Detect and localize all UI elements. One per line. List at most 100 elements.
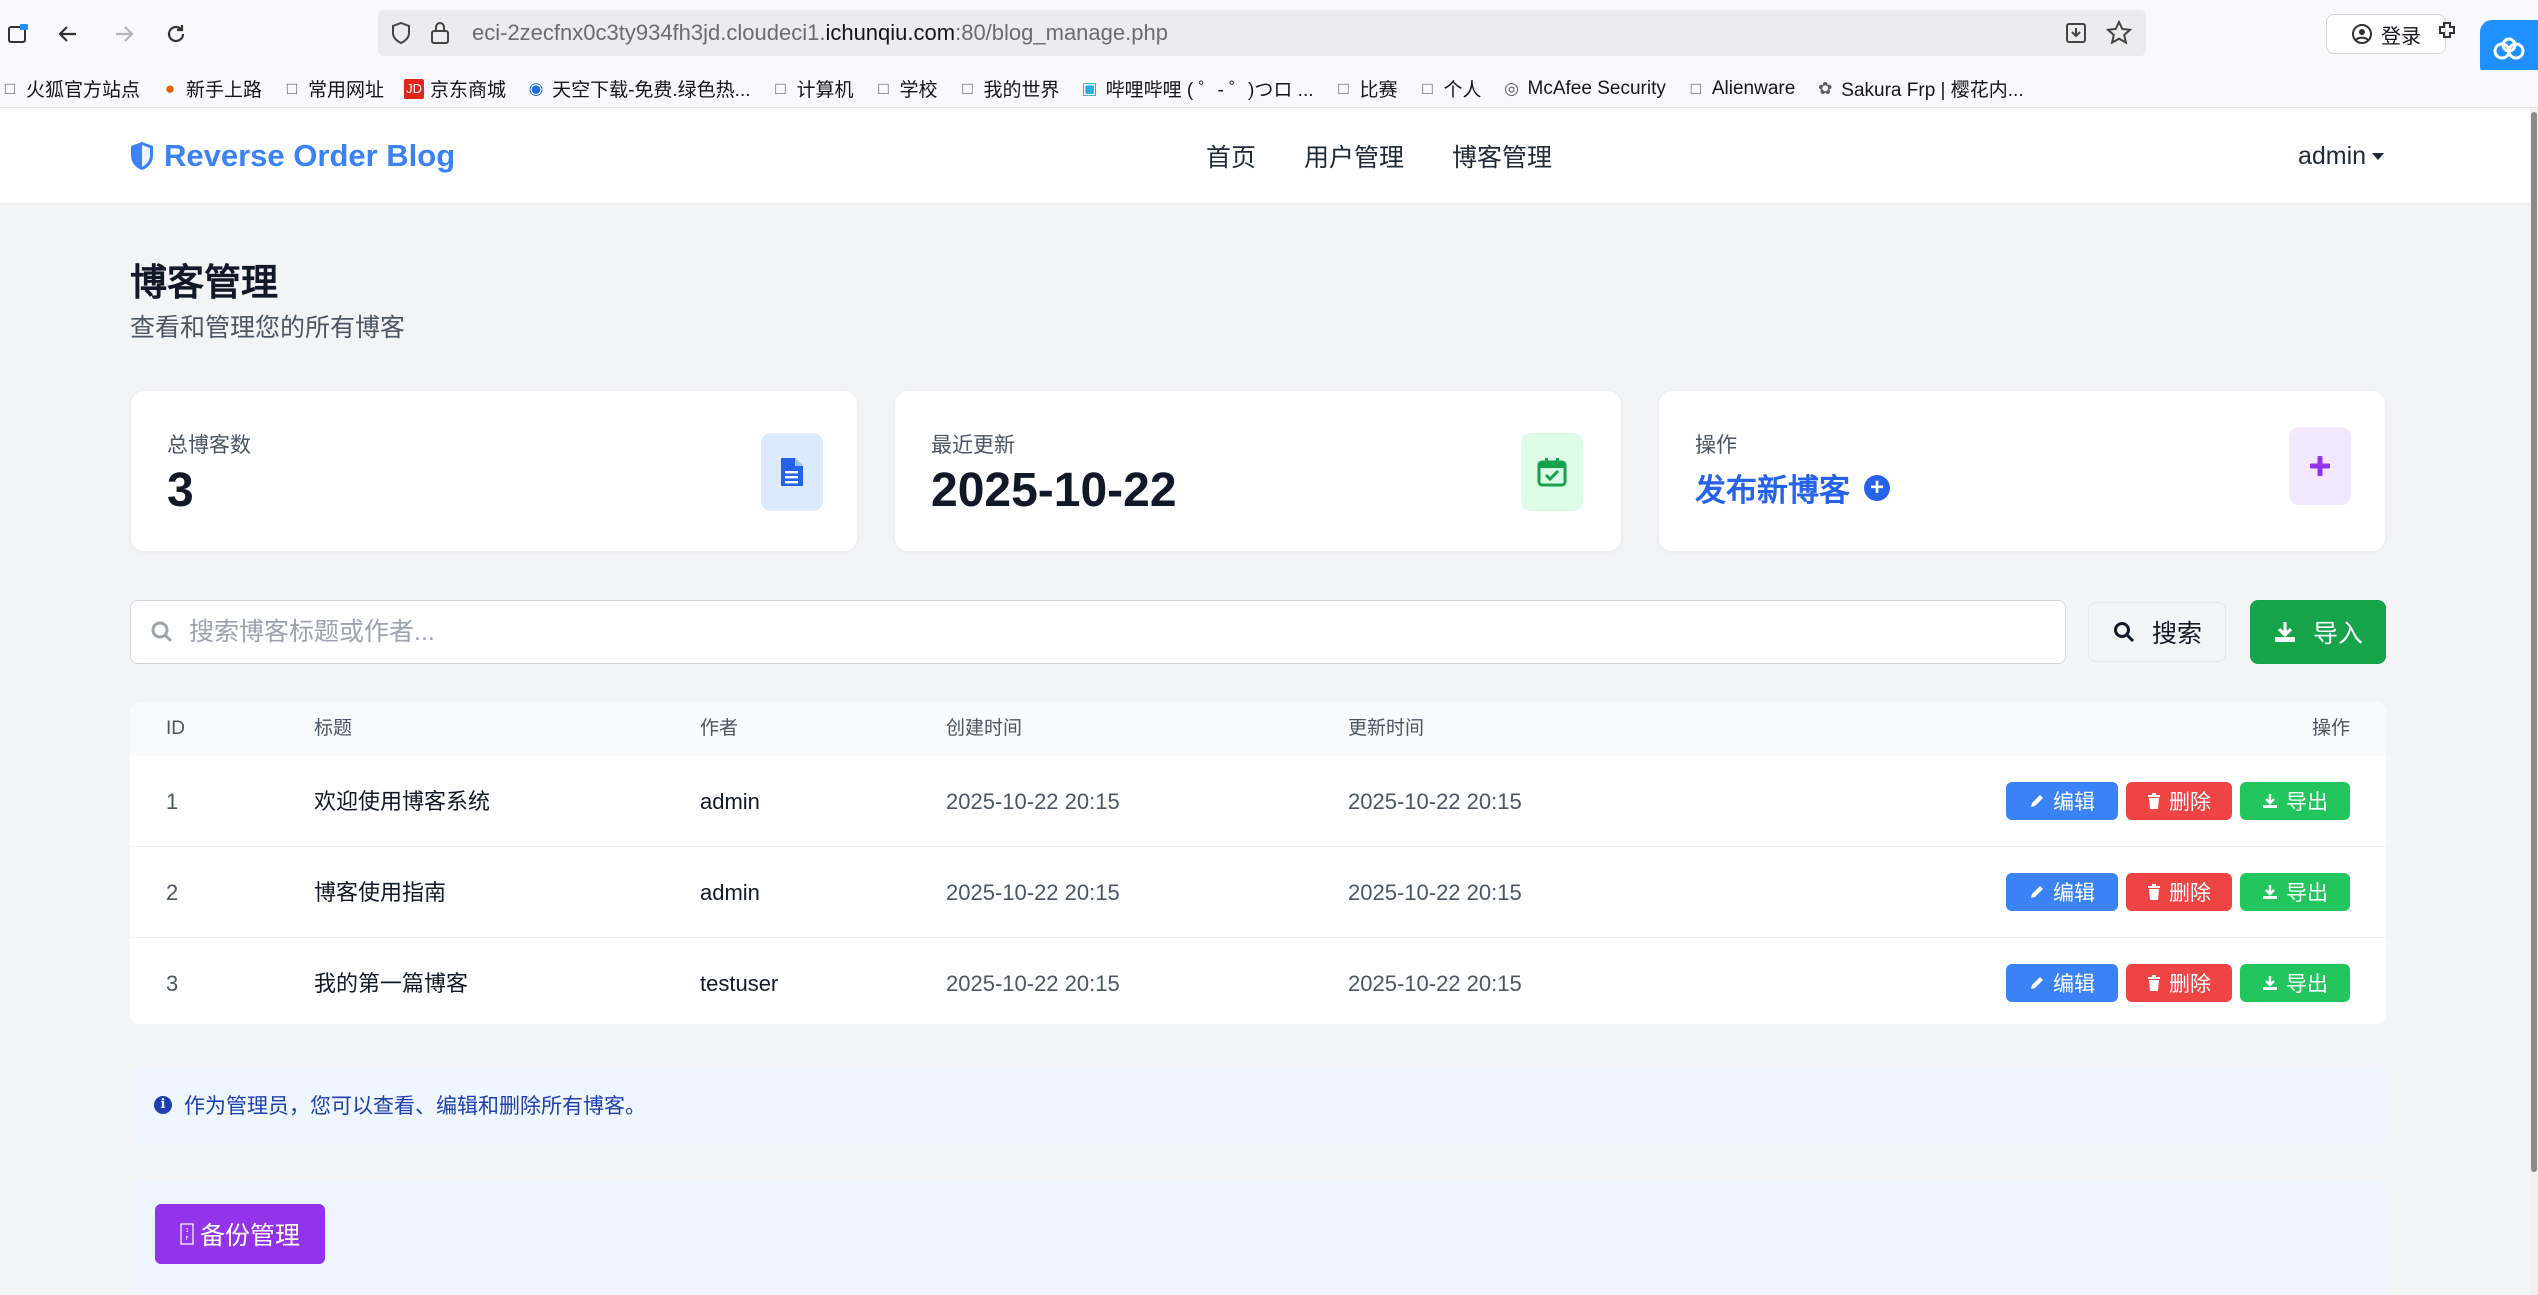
- save-page-icon[interactable]: [2064, 21, 2088, 50]
- browser-login-button[interactable]: 登录: [2326, 14, 2446, 54]
- back-icon[interactable]: [50, 16, 86, 52]
- edit-button[interactable]: 编辑: [2006, 964, 2118, 1002]
- bookmark-item[interactable]: □ Alienware: [1686, 78, 1796, 100]
- bookmark-item[interactable]: □ 学校: [874, 75, 937, 102]
- site-header: Reverse Order Blog 首页 用户管理 博客管理 admin: [0, 108, 2538, 204]
- bookmark-item[interactable]: □ 常用网址: [282, 75, 384, 102]
- calendar-check-icon: [1521, 433, 1583, 511]
- login-label: 登录: [2381, 25, 2421, 48]
- scrollbar-thumb[interactable]: [2531, 112, 2537, 1172]
- bookmark-label: 比赛: [1359, 80, 1398, 101]
- globe-icon: ◎: [1504, 78, 1519, 98]
- bookmark-item[interactable]: □ 个人: [1418, 75, 1482, 102]
- account-icon: [2352, 24, 2372, 44]
- forward-icon[interactable]: [106, 16, 142, 52]
- bookmark-item[interactable]: □ 我的世界: [958, 75, 1059, 102]
- url-prefix: eci-2zecfnx0c3ty934fh3jd.cloudeci1.: [472, 20, 826, 45]
- bookmark-label: McAfee Security: [1527, 77, 1666, 99]
- td-updated: 2025-10-22 20:15: [1348, 789, 1522, 814]
- row-actions: 编辑 删除 导出: [2006, 964, 2350, 1002]
- svg-text:1: 1: [185, 1228, 188, 1234]
- brand-logo[interactable]: Reverse Order Blog: [130, 108, 455, 204]
- bookmark-item[interactable]: □ 火狐官方站点: [0, 75, 140, 102]
- sidebar-toggle-icon[interactable]: [0, 16, 36, 52]
- search-button[interactable]: 搜索: [2088, 602, 2226, 662]
- bookmark-item[interactable]: ◉ 天空下载-免费.绿色热...: [526, 75, 751, 102]
- folder-icon: □: [962, 78, 973, 98]
- trash-icon: [2147, 975, 2161, 991]
- delete-button[interactable]: 删除: [2126, 873, 2232, 911]
- folder-icon: □: [775, 78, 786, 98]
- admin-info-box: i 作为管理员，您可以查看、编辑和删除所有博客。: [130, 1066, 2386, 1144]
- bookmark-item[interactable]: ✿ Sakura Frp | 樱花内...: [1815, 75, 2023, 102]
- download-icon: [2262, 793, 2278, 809]
- folder-icon: □: [878, 78, 889, 98]
- td-created: 2025-10-22 20:15: [946, 971, 1120, 996]
- user-menu[interactable]: admin: [2298, 108, 2385, 204]
- td-updated: 2025-10-22 20:15: [1348, 880, 1522, 905]
- nav-blog-management[interactable]: 博客管理: [1452, 138, 1552, 174]
- backup-management-label: 备份管理: [199, 1222, 300, 1250]
- td-author: testuser: [700, 971, 779, 996]
- missing-glyph-icon: 1F: [180, 1223, 194, 1245]
- edit-button[interactable]: 编辑: [2006, 873, 2118, 911]
- lock-icon[interactable]: [430, 21, 450, 50]
- backup-management-button[interactable]: 1F 备份管理: [155, 1204, 325, 1264]
- export-button[interactable]: 导出: [2240, 782, 2350, 820]
- bookmark-label: 哔哩哔哩 ( ゜- ゜)つロ ...: [1105, 80, 1314, 101]
- shield-icon[interactable]: [390, 21, 412, 50]
- nav-user-management[interactable]: 用户管理: [1304, 138, 1404, 174]
- download-icon: [2274, 622, 2295, 642]
- bookmark-label: 天空下载-免费.绿色热...: [552, 80, 751, 101]
- page-scrollbar[interactable]: [2530, 108, 2538, 1295]
- stat-card-updated: 最近更新 2025-10-22: [894, 390, 1622, 552]
- bookmark-label: 个人: [1443, 80, 1482, 101]
- user-name: admin: [2298, 141, 2367, 170]
- delete-button-label: 删除: [2169, 882, 2211, 905]
- url-domain: ichunqiu.com: [825, 20, 956, 45]
- page-subtitle: 查看和管理您的所有博客: [130, 314, 406, 342]
- delete-button[interactable]: 删除: [2126, 782, 2232, 820]
- search-button-label: 搜索: [2151, 620, 2202, 648]
- main-nav: 首页 用户管理 博客管理: [1206, 108, 1552, 204]
- browser-toolbar: eci-2zecfnx0c3ty934fh3jd.cloudeci1.ichun…: [0, 0, 2538, 78]
- table-header: ID 标题 作者 创建时间 更新时间 操作: [130, 702, 2386, 756]
- jd-icon: JD: [404, 78, 425, 99]
- bookmark-item[interactable]: ● 新手上路: [160, 75, 262, 102]
- bookmark-star-icon[interactable]: [2105, 19, 2133, 51]
- delete-button[interactable]: 删除: [2126, 964, 2232, 1002]
- edit-button[interactable]: 编辑: [2006, 782, 2118, 820]
- export-button-label: 导出: [2286, 973, 2328, 996]
- firefox-icon: ●: [164, 78, 176, 98]
- bookmark-item[interactable]: ▣ 哔哩哔哩 ( ゜- ゜)つロ ...: [1080, 75, 1314, 102]
- td-author: admin: [700, 880, 760, 905]
- url-text[interactable]: eci-2zecfnx0c3ty934fh3jd.cloudeci1.ichun…: [472, 10, 1168, 56]
- bookmark-item[interactable]: ◎ McAfee Security: [1502, 78, 1666, 100]
- stat-action-label: 操作: [1695, 434, 1737, 457]
- td-id: 1: [166, 789, 179, 814]
- bookmark-item[interactable]: □ 计算机: [771, 75, 853, 102]
- nav-home[interactable]: 首页: [1206, 138, 1256, 174]
- export-button-label: 导出: [2286, 882, 2328, 905]
- th-title: 标题: [314, 718, 353, 739]
- bookmark-item[interactable]: □ 比赛: [1334, 75, 1398, 102]
- extensions-icon[interactable]: [2436, 18, 2460, 49]
- export-button[interactable]: 导出: [2240, 873, 2350, 911]
- download-icon: [2262, 975, 2278, 991]
- td-title: 欢迎使用博客系统: [314, 789, 491, 814]
- import-button-label: 导入: [2312, 620, 2363, 648]
- export-button[interactable]: 导出: [2240, 964, 2350, 1002]
- address-bar[interactable]: eci-2zecfnx0c3ty934fh3jd.cloudeci1.ichun…: [378, 10, 2146, 56]
- pencil-icon: [2029, 975, 2045, 991]
- delete-button-label: 删除: [2169, 791, 2211, 814]
- stat-updated-value: 2025-10-22: [931, 464, 1177, 517]
- publish-blog-link[interactable]: 发布新博客 +: [1695, 465, 1890, 510]
- download-icon: [2262, 884, 2278, 900]
- reload-icon[interactable]: [158, 16, 194, 52]
- add-blog-button[interactable]: [2289, 427, 2351, 505]
- bookmark-item[interactable]: JD 京东商城: [404, 75, 506, 102]
- import-button[interactable]: 导入: [2250, 600, 2386, 664]
- folder-icon: □: [4, 78, 16, 98]
- search-input[interactable]: [189, 601, 2049, 663]
- bookmark-label: Sakura Frp | 樱花内...: [1841, 80, 2024, 101]
